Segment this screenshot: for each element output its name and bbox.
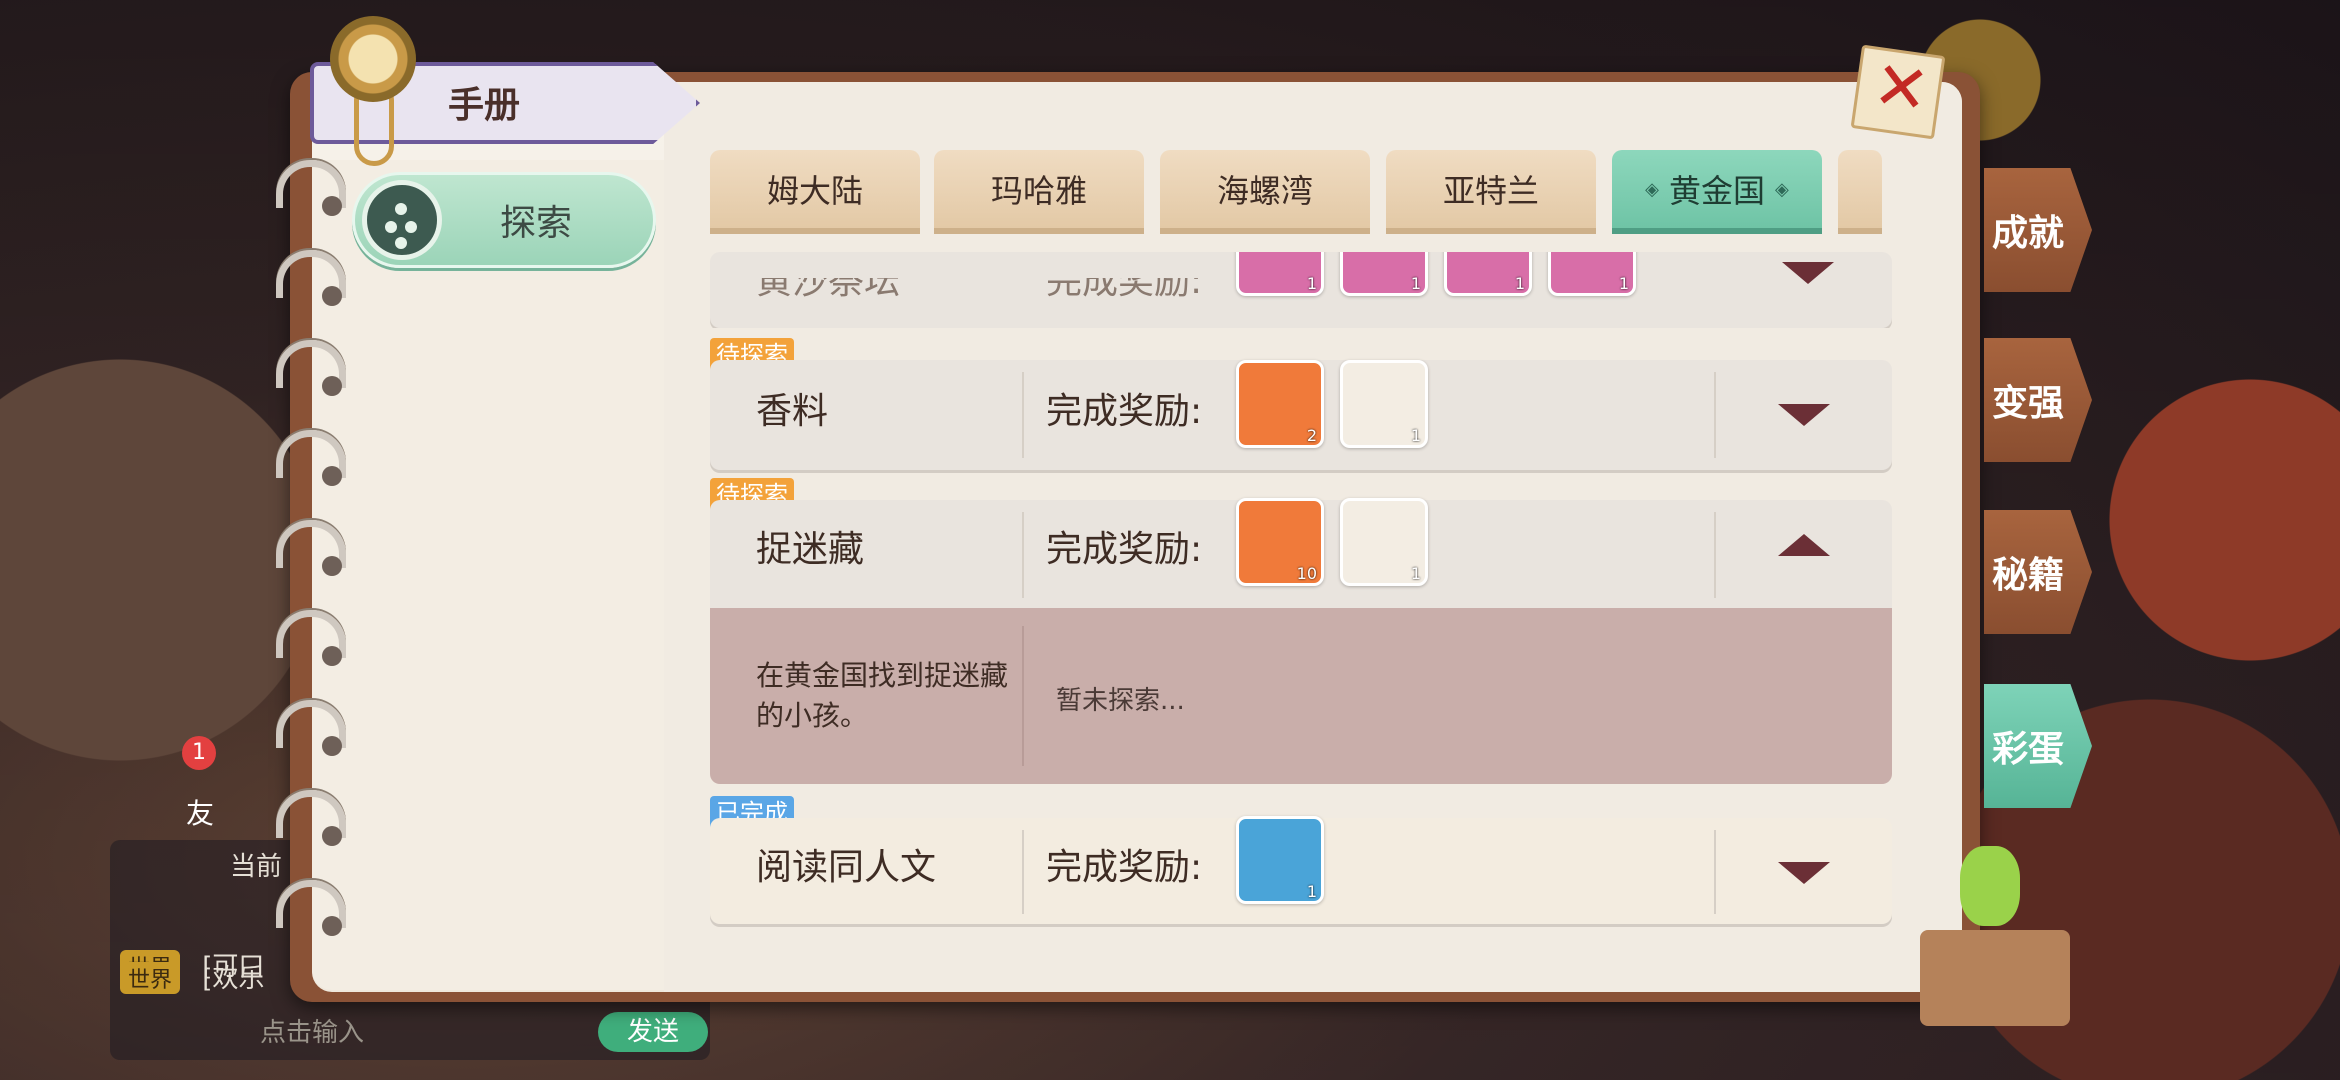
close-button[interactable]: ✕	[1850, 44, 1946, 140]
nav-explore-label: 探索	[500, 203, 573, 244]
silver-coin-icon[interactable]: 1	[1236, 816, 1324, 904]
reward-label: 完成奖励:	[1046, 529, 1203, 570]
page-title: 手册	[448, 85, 521, 126]
side-tab-achievements[interactable]: 成就	[1984, 168, 2092, 292]
entry-title: 捉迷藏	[756, 529, 865, 570]
side-tab-label: 变强	[1992, 383, 2065, 424]
reward-label: 完成奖励:	[1046, 391, 1203, 432]
side-tab-secrets[interactable]: 秘籍	[1984, 510, 2092, 634]
tab-label: 玛哈雅	[990, 172, 1087, 210]
parrot-mascot-icon[interactable]	[1960, 846, 2020, 926]
entry-row: 黄沙祭坛 完成奖励: 1 1 1 1	[710, 252, 1892, 328]
entry-title: 香料	[756, 391, 829, 432]
blue-lobster-icon[interactable]: 1	[1340, 360, 1428, 448]
expand-chevron-icon[interactable]	[1778, 862, 1830, 884]
tab-region-3[interactable]: 海螺湾	[1160, 150, 1370, 234]
sun-emblem-icon	[330, 16, 416, 102]
side-tab-label: 成就	[1992, 213, 2065, 254]
side-tab-label: 彩蛋	[1992, 729, 2065, 770]
entry-title: 阅读同人文	[756, 847, 937, 888]
tab-region-2[interactable]: 玛哈雅	[934, 150, 1144, 234]
side-tab-label: 秘籍	[1992, 555, 2065, 596]
tab-label: 姆大陆	[766, 172, 863, 210]
friends-button[interactable]: 友	[186, 792, 214, 832]
pink-gift-bag-icon[interactable]: 1	[1340, 498, 1428, 586]
entry-description: 在黄金国找到捉迷藏的小孩。	[756, 659, 1009, 732]
chat-line: 世界 [欢乐	[120, 958, 264, 995]
tab-region-4[interactable]: 亚特兰	[1386, 150, 1596, 234]
entry-title: 黄沙祭坛	[756, 261, 901, 302]
tab-region-5[interactable]: ◈ 黄金国 ◈	[1612, 150, 1822, 234]
divider	[1714, 372, 1716, 458]
entry-row[interactable]: 捉迷藏 完成奖励: 10 1	[710, 498, 1892, 608]
entry-row[interactable]: 阅读同人文 完成奖励: 1	[710, 816, 1892, 924]
tab-label: 黄金国	[1668, 172, 1765, 210]
explore-icon	[362, 180, 442, 260]
tab-label: 亚特兰	[1442, 172, 1539, 210]
green-orb-icon[interactable]: 10	[1236, 498, 1324, 586]
divider	[1714, 512, 1716, 598]
divider	[1022, 830, 1024, 914]
chat-input[interactable]: 点击输入	[260, 1012, 364, 1049]
chat-line-text: [欢乐	[202, 964, 265, 994]
tab-ornament-icon: ◈	[1775, 178, 1789, 200]
expand-chevron-icon[interactable]	[1778, 404, 1830, 426]
chat-channel-tag: 世界	[120, 962, 181, 994]
entry-detail: 在黄金国找到捉迷藏的小孩。 暂未探索...	[710, 608, 1892, 784]
reward-label: 完成奖励:	[1046, 261, 1203, 302]
send-button[interactable]: 发送	[598, 1012, 708, 1052]
reward-label: 完成奖励:	[1046, 847, 1203, 888]
tab-ornament-icon: ◈	[1645, 178, 1659, 200]
crystal-icon[interactable]: 2	[1236, 360, 1324, 448]
divider	[1022, 512, 1024, 598]
divider	[1022, 372, 1024, 458]
entry-row[interactable]: 香料 完成奖励: 2 1	[710, 360, 1892, 470]
tab-label: 海螺湾	[1216, 172, 1313, 210]
collapse-chevron-icon[interactable]	[1778, 534, 1830, 556]
side-tab-easter-eggs[interactable]: 彩蛋	[1984, 684, 2092, 808]
close-icon: ✕	[1868, 45, 1935, 130]
friends-badge: 1	[182, 736, 216, 770]
divider	[1022, 626, 1024, 766]
left-nav-panel	[312, 160, 664, 990]
tab-region-more[interactable]	[1838, 150, 1882, 234]
chat-current-label: 当前	[230, 852, 283, 882]
side-tab-strengthen[interactable]: 变强	[1984, 338, 2092, 462]
divider	[1714, 830, 1716, 914]
books-stack-icon	[1920, 930, 2070, 1026]
entry-progress: 暂未探索...	[1056, 686, 1185, 716]
expand-chevron-icon[interactable]	[1782, 262, 1834, 284]
tab-region-1[interactable]: 姆大陆	[710, 150, 920, 234]
